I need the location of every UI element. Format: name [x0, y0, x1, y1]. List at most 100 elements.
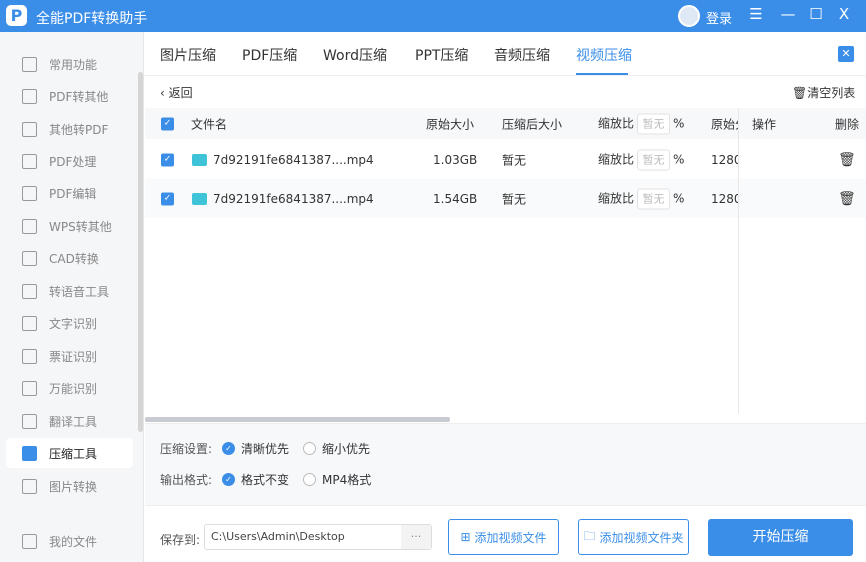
tab-image[interactable]: 图片压缩	[160, 45, 216, 65]
orig-res: 1280:	[711, 152, 738, 167]
add-video-file-button[interactable]: ⊞ 添加视频文件	[448, 519, 559, 555]
file-name: 7d92191fe6841387....mp4	[192, 153, 374, 167]
sidebar-item-ticket[interactable]: 票证识别	[6, 341, 133, 371]
app-logo: P	[6, 5, 27, 26]
file-name-text: 7d92191fe6841387....mp4	[213, 191, 374, 206]
add-file-icon: ⊞	[460, 530, 471, 544]
ratio-input[interactable]: 暂无	[637, 149, 671, 170]
chevron-left-icon: ‹	[160, 86, 169, 100]
orig-res: 1280:	[711, 191, 738, 206]
header-delete: 删除	[835, 117, 860, 131]
clear-list-button[interactable]: 🗑清空列表	[792, 84, 855, 101]
table-row[interactable]: ✓ 7d92191fe6841387....mp4 1.03GB 暂无 缩放比暂…	[145, 140, 866, 179]
common-icon	[22, 56, 37, 72]
active-tab-indicator	[576, 73, 628, 75]
browse-button[interactable]: ···	[401, 525, 431, 549]
start-compress-button[interactable]: 开始压缩	[708, 519, 853, 556]
avatar[interactable]	[678, 5, 700, 27]
sidebar-item-wps[interactable]: WPS转其他	[6, 211, 133, 241]
image-icon	[22, 478, 37, 494]
radio-label: 缩小优先	[322, 442, 371, 456]
radio-clarity-first[interactable]: ✓ 清晰优先	[222, 440, 289, 457]
radio-unchecked-icon	[303, 442, 316, 455]
header-orig-size: 原始大小	[426, 117, 475, 131]
row-checkbox[interactable]: ✓	[161, 153, 174, 166]
ratio-label: 缩放比	[598, 116, 635, 130]
compress-settings-label: 压缩设置:	[160, 442, 213, 456]
sidebar-item-universal[interactable]: 万能识别	[6, 373, 133, 403]
sidebar-item-pdf-to-other[interactable]: PDF转其他	[6, 81, 133, 111]
title-bar: P 全能PDF转换助手 登录 ☰ — ☐ X	[0, 0, 866, 32]
bottom-bar: 保存到: C:\Users\Admin\Desktop ··· ⊞ 添加视频文件 🗀…	[145, 505, 866, 562]
speech-icon	[22, 283, 37, 299]
sidebar-item-pdf-edit[interactable]: PDF编辑	[6, 178, 133, 208]
clear-label: 清空列表	[807, 86, 856, 100]
tab-ppt[interactable]: PPT压缩	[415, 45, 468, 65]
radio-keep-format[interactable]: ✓ 格式不变	[222, 471, 289, 488]
tab-word[interactable]: Word压缩	[323, 45, 387, 65]
sidebar-item-pdf-process[interactable]: PDF处理	[6, 146, 133, 176]
table-row[interactable]: ✓ 7d92191fe6841387....mp4 1.54GB 暂无 缩放比暂…	[145, 179, 866, 218]
tab-audio[interactable]: 音频压缩	[494, 45, 550, 65]
sidebar-item-label: 文字识别	[49, 316, 98, 331]
radio-label: 格式不变	[241, 473, 290, 487]
delete-icon[interactable]: 🗑	[838, 191, 856, 207]
add-video-folder-button[interactable]: 🗀 添加视频文件夹	[578, 519, 689, 555]
process-icon	[22, 153, 37, 169]
text-icon	[22, 315, 37, 331]
folder-icon	[22, 533, 37, 549]
sidebar-item-label: PDF转其他	[49, 89, 109, 104]
radio-unchecked-icon	[303, 473, 316, 486]
scan-icon	[22, 380, 37, 396]
sidebar-scrollbar[interactable]	[138, 72, 143, 432]
delete-icon[interactable]: 🗑	[838, 152, 856, 168]
sidebar-item-cad[interactable]: CAD转换	[6, 243, 133, 273]
compression-settings: 压缩设置: ✓ 清晰优先 缩小优先 输出格式: ✓ 格式不变 MP4格式	[145, 423, 866, 505]
menu-icon[interactable]: ☰	[746, 5, 766, 23]
row-checkbox[interactable]: ✓	[161, 192, 174, 205]
sidebar-item-label: PDF处理	[49, 154, 97, 169]
sidebar-item-label: CAD转换	[49, 251, 99, 266]
ratio-all-input[interactable]: 暂无	[637, 113, 671, 134]
sidebar-item-speech[interactable]: 转语音工具	[6, 276, 133, 306]
close-panel-button[interactable]: ✕	[838, 46, 854, 62]
close-window-button[interactable]: X	[834, 5, 854, 23]
ratio-input[interactable]: 暂无	[637, 188, 671, 209]
folder-icon: 🗀	[583, 528, 596, 543]
sidebar-item-common[interactable]: 常用功能	[6, 49, 133, 79]
maximize-button[interactable]: ☐	[806, 5, 826, 23]
header-ratio: 缩放比 暂无%	[598, 113, 684, 134]
save-path-input[interactable]: C:\Users\Admin\Desktop ···	[204, 524, 432, 550]
select-all-checkbox[interactable]: ✓	[161, 117, 174, 130]
add-file-label: 添加视频文件	[474, 530, 547, 545]
sidebar-item-my-files[interactable]: 我的文件	[6, 526, 133, 556]
sidebar-item-other-to-pdf[interactable]: 其他转PDF	[6, 114, 133, 144]
tab-pdf[interactable]: PDF压缩	[242, 45, 297, 65]
back-button[interactable]: ‹ 返回	[160, 84, 193, 101]
sidebar-item-label: PDF编辑	[49, 186, 97, 201]
percent-label: %	[673, 191, 685, 205]
ratio-label: 缩放比	[598, 152, 635, 166]
tab-video[interactable]: 视频压缩	[576, 45, 632, 65]
sidebar-item-image[interactable]: 图片转换	[6, 471, 133, 501]
minimize-button[interactable]: —	[778, 5, 798, 23]
save-to-label: 保存到:	[160, 533, 201, 547]
add-folder-label: 添加视频文件夹	[599, 530, 684, 545]
sidebar-item-ocr[interactable]: 文字识别	[6, 308, 133, 338]
table-horizontal-scrollbar[interactable]	[145, 417, 450, 422]
login-button[interactable]: 登录	[706, 8, 732, 27]
ratio-cell: 缩放比 暂无%	[598, 188, 684, 209]
sidebar-item-compress[interactable]: 压缩工具	[6, 438, 133, 468]
radio-checked-icon: ✓	[222, 473, 235, 486]
compress-icon	[22, 445, 37, 461]
sidebar-item-translate[interactable]: 翻译工具	[6, 406, 133, 436]
sidebar-item-label: 万能识别	[49, 381, 98, 396]
edit-icon	[22, 185, 37, 201]
save-path-text: C:\Users\Admin\Desktop	[211, 530, 345, 543]
radio-mp4-format[interactable]: MP4格式	[303, 471, 371, 488]
percent-label: %	[673, 152, 685, 166]
sidebar-item-label: 票证识别	[49, 349, 98, 364]
radio-size-first[interactable]: 缩小优先	[303, 440, 370, 457]
video-file-icon	[192, 154, 207, 166]
app-title: 全能PDF转换助手	[36, 11, 148, 27]
